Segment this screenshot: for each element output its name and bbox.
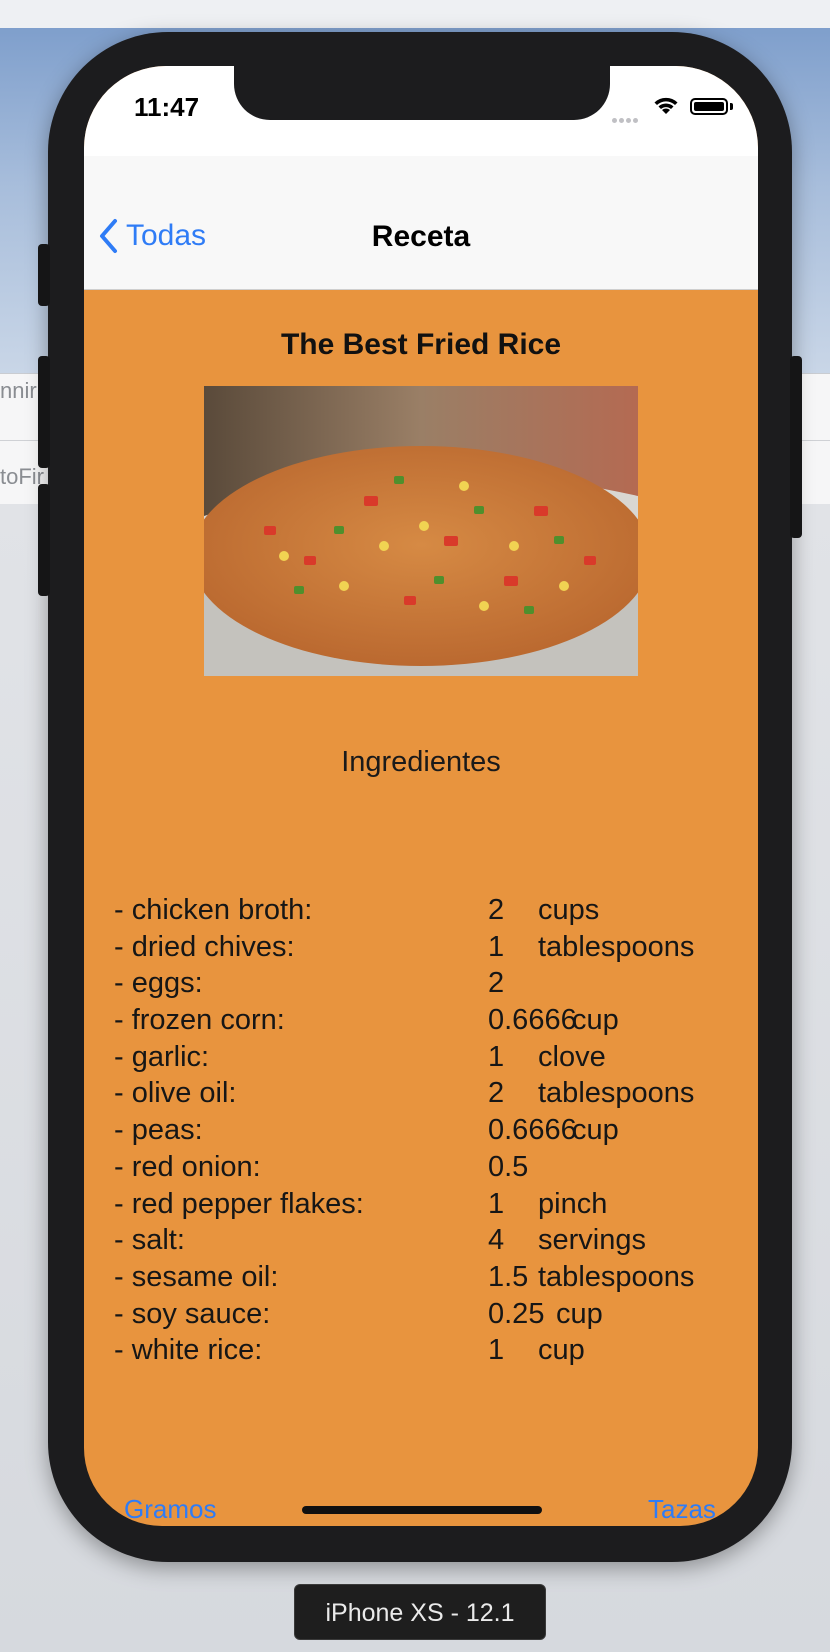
- ingredient-quantity: 1.5: [488, 1260, 529, 1293]
- ingredient-quantity: 1: [488, 930, 505, 963]
- ingredient-unit: servings: [538, 1224, 646, 1257]
- ingredient-name: - eggs:: [114, 967, 203, 1000]
- ingredient-row: - garlic: 1 clove: [114, 1041, 734, 1078]
- ingredient-quantity: 0.5: [488, 1150, 529, 1183]
- status-time: 11:47: [134, 92, 200, 122]
- ingredient-quantity: 0.6666: [488, 1114, 577, 1147]
- battery-cap: [730, 103, 733, 110]
- ingredient-row: - chicken broth: 2 cups: [114, 894, 734, 931]
- desktop-top-bar: [0, 0, 830, 29]
- ingredient-unit: tablespoons: [538, 1077, 695, 1110]
- ingredient-unit: clove: [538, 1040, 606, 1073]
- ingredient-unit: cup: [556, 1297, 603, 1330]
- ingredient-quantity: 2: [488, 894, 505, 926]
- ingredient-quantity: 0.6666: [488, 1004, 577, 1037]
- ingredients-heading: Ingredientes: [341, 746, 501, 778]
- ingredient-row: - white rice: 1 cup: [114, 1334, 734, 1371]
- background-text-1: nnir: [0, 378, 37, 403]
- ingredient-unit: cup: [538, 1334, 585, 1367]
- ingredient-row: - red onion: 0.5: [114, 1151, 734, 1188]
- silent-switch: [38, 244, 50, 306]
- ingredient-name: - red pepper flakes:: [114, 1187, 364, 1220]
- device-notch: [234, 66, 610, 120]
- ingredient-row: - peas: 0.6666 cup: [114, 1114, 734, 1151]
- volume-down-button: [38, 484, 50, 596]
- ingredient-row: - olive oil: 2 tablespoons: [114, 1077, 734, 1114]
- cellular-signal-icon: [612, 110, 644, 123]
- ingredient-quantity: 2: [488, 967, 505, 1000]
- ingredient-row: - salt: 4 servings: [114, 1224, 734, 1261]
- ingredient-quantity: 0.25: [488, 1297, 545, 1330]
- ingredient-quantity: 1: [488, 1187, 505, 1220]
- ingredient-name: - soy sauce:: [114, 1297, 271, 1330]
- nav-title: Receta: [371, 220, 471, 253]
- ingredient-row: - dried chives: 1 tablespoons: [114, 931, 734, 968]
- cups-button[interactable]: Tazas: [648, 1494, 716, 1525]
- ingredient-name: - garlic:: [114, 1040, 210, 1073]
- fried-rice-photo: [204, 386, 638, 676]
- navigation-bar: Todas Receta: [84, 156, 758, 290]
- ingredients-list: - chicken broth: 2 cups - dried chives: …: [114, 894, 734, 1371]
- ingredient-name: - salt:: [114, 1224, 185, 1257]
- ingredient-name: - olive oil:: [114, 1077, 237, 1110]
- ingredient-row: - soy sauce: 0.25 cup: [114, 1298, 734, 1335]
- ingredient-unit: cup: [572, 1004, 619, 1037]
- ingredient-name: - red onion:: [114, 1150, 261, 1183]
- ingredient-quantity: 4: [488, 1224, 505, 1257]
- wifi-icon: [654, 97, 678, 114]
- ingredient-unit: tablespoons: [538, 1260, 695, 1293]
- ingredient-row: - eggs: 2: [114, 967, 734, 1004]
- ingredient-name: - peas:: [114, 1114, 203, 1147]
- grams-button[interactable]: Gramos: [124, 1494, 216, 1525]
- ingredient-unit: cups: [538, 894, 600, 926]
- ingredient-unit: pinch: [538, 1187, 608, 1220]
- ingredient-row: - red pepper flakes: 1 pinch: [114, 1188, 734, 1225]
- ingredient-quantity: 1: [488, 1040, 505, 1073]
- recipe-image: [204, 386, 638, 676]
- ingredient-name: - white rice:: [114, 1334, 263, 1367]
- ingredient-name: - frozen corn:: [114, 1004, 285, 1037]
- home-indicator[interactable]: [302, 1506, 542, 1514]
- simulator-device-label: iPhone XS - 12.1: [294, 1584, 546, 1640]
- ingredient-quantity: 2: [488, 1077, 505, 1110]
- ingredient-row: - frozen corn: 0.6666 cup: [114, 1004, 734, 1041]
- ingredient-name: - dried chives:: [114, 930, 295, 963]
- ingredient-unit: tablespoons: [538, 930, 695, 963]
- ingredient-unit: cup: [572, 1114, 619, 1147]
- ingredient-name: - sesame oil:: [114, 1260, 279, 1293]
- app-screen: 11:47 Todas Receta The Best Fried Rice I…: [84, 66, 758, 1526]
- battery-icon: [690, 98, 728, 115]
- ingredient-row: - sesame oil: 1.5 tablespoons: [114, 1261, 734, 1298]
- ingredient-name: - chicken broth:: [114, 894, 313, 926]
- ingredient-quantity: 1: [488, 1334, 505, 1367]
- recipe-title: The Best Fried Rice: [280, 328, 562, 361]
- power-button: [790, 356, 802, 538]
- volume-up-button: [38, 356, 50, 468]
